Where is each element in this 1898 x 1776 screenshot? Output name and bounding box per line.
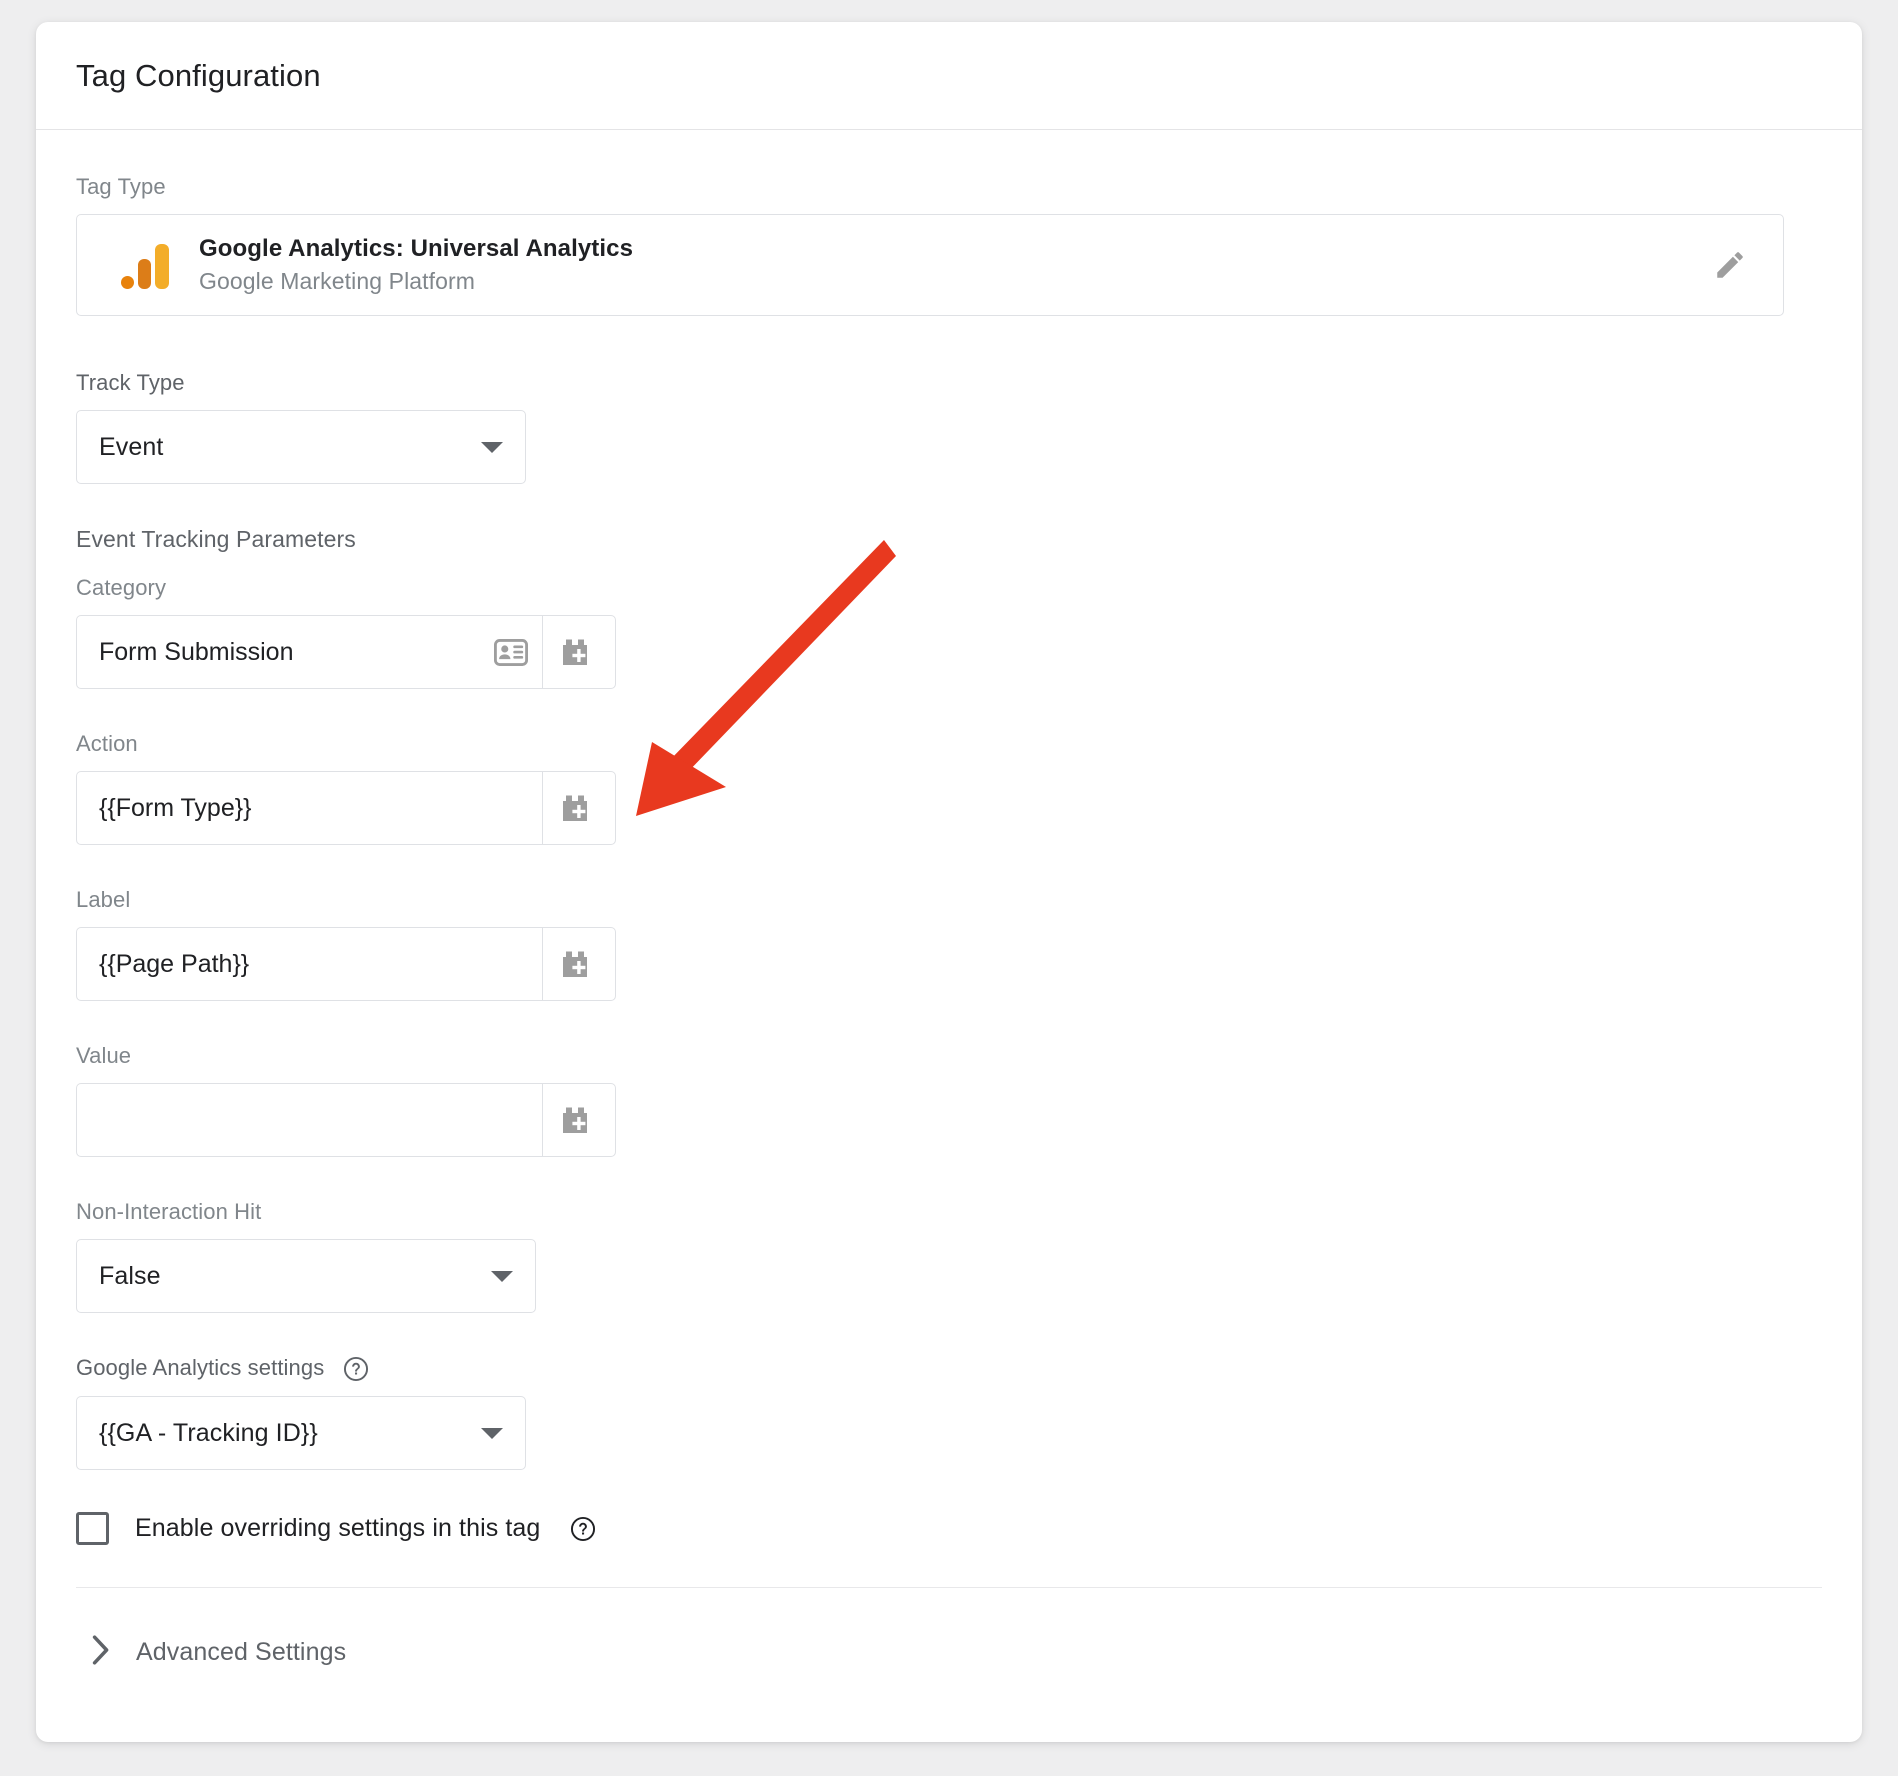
track-type-select[interactable]: Event bbox=[76, 410, 526, 484]
lego-block-plus-icon[interactable] bbox=[543, 928, 615, 1000]
label-label: Label bbox=[76, 887, 131, 912]
track-type-block: Track Type Event bbox=[76, 370, 1822, 484]
value-input-group bbox=[76, 1083, 616, 1157]
value-input[interactable] bbox=[77, 1084, 542, 1156]
tag-type-label: Tag Type bbox=[76, 174, 166, 199]
chevron-down-icon bbox=[481, 1427, 503, 1439]
ga-settings-block: Google Analytics settings {{GA - Trackin… bbox=[76, 1355, 1822, 1471]
ga-settings-value: {{GA - Tracking ID}} bbox=[99, 1418, 318, 1447]
label-input[interactable] bbox=[77, 928, 542, 1000]
chevron-right-icon bbox=[90, 1634, 112, 1671]
ga-settings-select[interactable]: {{GA - Tracking ID}} bbox=[76, 1396, 526, 1471]
action-label: Action bbox=[76, 731, 138, 756]
non-interaction-hit-value: False bbox=[99, 1261, 161, 1290]
action-block: Action bbox=[76, 731, 1822, 845]
non-interaction-hit-block: Non-Interaction Hit False bbox=[76, 1199, 1822, 1313]
help-circle-icon[interactable] bbox=[343, 1356, 369, 1382]
enable-override-checkbox[interactable] bbox=[76, 1512, 109, 1546]
lego-block-plus-icon[interactable] bbox=[543, 616, 615, 688]
value-label: Value bbox=[76, 1043, 132, 1068]
value-block: Value bbox=[76, 1043, 1822, 1157]
category-input[interactable] bbox=[77, 616, 494, 688]
pencil-icon[interactable] bbox=[1713, 248, 1747, 282]
enable-override-label: Enable overriding settings in this tag bbox=[135, 1514, 541, 1543]
screen: Tag Configuration Tag Type Google Analyt… bbox=[0, 0, 1898, 1776]
advanced-settings-label: Advanced Settings bbox=[136, 1638, 347, 1667]
non-interaction-hit-label: Non-Interaction Hit bbox=[76, 1199, 262, 1224]
action-input[interactable] bbox=[77, 772, 542, 844]
enable-override-row[interactable]: Enable overriding settings in this tag bbox=[76, 1512, 1822, 1546]
contact-card-icon[interactable] bbox=[494, 616, 542, 688]
chevron-down-icon bbox=[481, 441, 503, 453]
lego-block-plus-icon[interactable] bbox=[543, 1084, 615, 1156]
track-type-value: Event bbox=[99, 432, 164, 461]
tag-type-name: Google Analytics: Universal Analytics bbox=[199, 235, 634, 262]
card-body: Tag Type Google Analytics: Universal Ana… bbox=[36, 130, 1862, 1671]
category-label: Category bbox=[76, 575, 167, 600]
category-block: Category bbox=[76, 575, 1822, 689]
tag-type-text: Google Analytics: Universal Analytics Go… bbox=[199, 235, 633, 295]
tag-type-vendor: Google Marketing Platform bbox=[199, 268, 476, 294]
chevron-down-icon bbox=[491, 1270, 513, 1282]
tag-configuration-card: Tag Configuration Tag Type Google Analyt… bbox=[36, 22, 1862, 1742]
event-tracking-parameters-label: Event Tracking Parameters bbox=[76, 526, 356, 552]
tag-type-selector[interactable]: Google Analytics: Universal Analytics Go… bbox=[76, 214, 1784, 316]
help-circle-icon[interactable] bbox=[570, 1516, 596, 1542]
lego-block-plus-icon[interactable] bbox=[543, 772, 615, 844]
advanced-settings-toggle[interactable]: Advanced Settings bbox=[76, 1588, 1822, 1671]
category-input-group bbox=[76, 615, 616, 689]
ga-settings-label: Google Analytics settings bbox=[76, 1355, 1822, 1382]
page-title: Tag Configuration bbox=[76, 57, 321, 93]
google-analytics-icon bbox=[121, 241, 169, 289]
non-interaction-hit-select[interactable]: False bbox=[76, 1239, 536, 1313]
ga-settings-label-text: Google Analytics settings bbox=[76, 1355, 325, 1380]
card-header: Tag Configuration bbox=[36, 22, 1862, 130]
label-input-group bbox=[76, 927, 616, 1001]
label-block: Label bbox=[76, 887, 1822, 1001]
action-input-group bbox=[76, 771, 616, 845]
track-type-label: Track Type bbox=[76, 370, 185, 395]
